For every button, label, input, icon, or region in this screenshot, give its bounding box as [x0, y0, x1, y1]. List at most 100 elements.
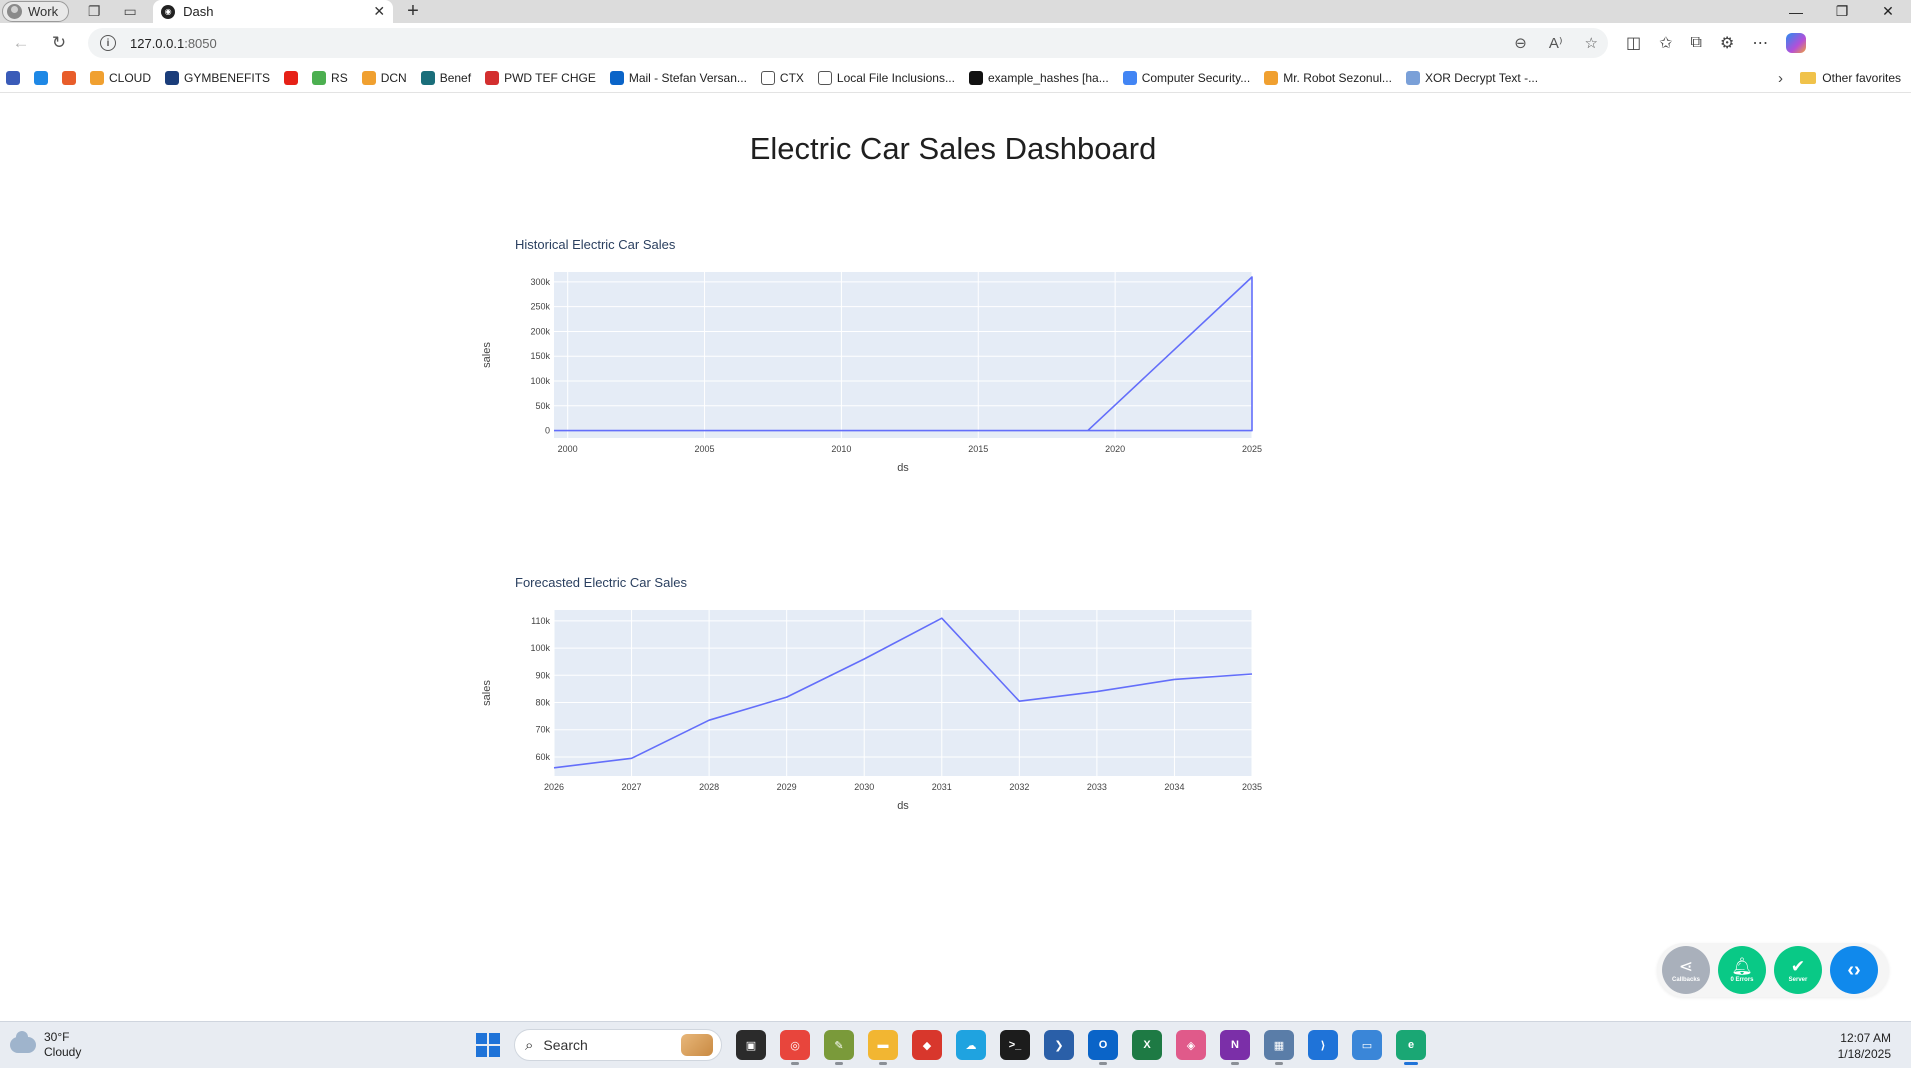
historical-sales-svg[interactable]: 0 50k 100k 150k 200k 250k 300k 2000 2005 2010 2015… — [475, 224, 1432, 544]
favorite-favicon-icon — [361, 70, 376, 85]
favorite-item[interactable]: XOR Decrypt Text -... — [1405, 70, 1538, 85]
new-tab-icon[interactable]: + — [407, 0, 419, 23]
back-arrow-icon[interactable]: ← — [4, 28, 38, 58]
favorite-favicon-icon — [90, 70, 104, 85]
other-favorites-folder[interactable]: Other favorites — [1800, 63, 1901, 93]
favorite-item[interactable]: Computer Security... — [1122, 70, 1250, 85]
git-icon[interactable]: ◈ — [1176, 1030, 1206, 1060]
favorite-item[interactable] — [62, 70, 76, 85]
profile-button[interactable]: Work — [2, 1, 70, 22]
more-options-icon[interactable]: ⋯ — [1752, 33, 1768, 53]
page-title: Electric Car Sales Dashboard — [749, 131, 1157, 166]
y-axis-label: sales — [481, 680, 493, 706]
y-tick-label: 200k — [530, 326, 550, 336]
favorite-item[interactable]: CTX — [760, 70, 804, 85]
close-tab-icon[interactable]: ✕ — [373, 3, 385, 20]
edge-icon[interactable]: e — [1396, 1030, 1426, 1065]
favorite-item[interactable]: Mr. Robot Sezonul... — [1264, 70, 1392, 85]
close-window-icon[interactable]: ✕ — [1865, 0, 1911, 23]
split-screen-icon[interactable]: ◫ — [1626, 33, 1641, 53]
chart-title: Historical Electric Car Sales — [515, 237, 676, 252]
favorite-label: PWD TEF CHGE — [504, 70, 596, 85]
x-tick-label: 2032 — [1009, 782, 1029, 792]
tab-actions-icon[interactable]: ▭ — [119, 1, 141, 23]
system-clock[interactable]: 12:07 AM 1/18/2025 — [1838, 1030, 1891, 1062]
terminal-icon[interactable]: >_ — [1000, 1030, 1030, 1060]
cloud-app-icon[interactable]: ☁ — [956, 1030, 986, 1060]
favorite-item[interactable]: Local File Inclusions... — [817, 70, 955, 85]
excel-icon[interactable]: X — [1132, 1030, 1162, 1060]
taskbar-search[interactable]: ⌕ Search — [514, 1029, 722, 1061]
task-view-icon[interactable]: ▣ — [736, 1030, 766, 1060]
workspaces-icon[interactable]: ❐ — [83, 1, 105, 23]
favorite-item[interactable]: CLOUD — [90, 70, 151, 85]
outlook-icon[interactable]: O — [1088, 1030, 1118, 1065]
collections-icon[interactable]: ⧉ — [1691, 34, 1702, 52]
plot-area — [554, 272, 1252, 438]
tab-dash[interactable]: ◉ Dash ✕ — [153, 0, 394, 23]
errors-button[interactable]: 🔔︎ 0 Errors — [1718, 946, 1766, 994]
favorite-item[interactable]: GYMBENEFITS — [165, 70, 270, 85]
favorite-label: Benef — [439, 70, 472, 85]
restore-icon[interactable]: ❐ — [1819, 0, 1865, 23]
vscode-icon[interactable]: ⟩ — [1308, 1030, 1338, 1060]
favorite-item[interactable]: PWD TEF CHGE — [485, 70, 596, 85]
read-aloud-icon[interactable]: A⁾ — [1549, 34, 1563, 52]
server-label: Server — [1788, 976, 1808, 983]
favorite-item[interactable]: Benef — [420, 70, 472, 85]
address-bar[interactable]: i 127.0.0.1:8050 ⊖ A⁾ ☆ — [88, 28, 1608, 58]
favorite-favicon-icon — [968, 70, 983, 85]
minimize-icon[interactable]: — — [1773, 0, 1819, 23]
start-windows-icon[interactable] — [476, 1033, 500, 1057]
refresh-icon[interactable]: ↻ — [42, 28, 76, 58]
weather-widget[interactable]: 30°F Cloudy — [10, 1030, 81, 1060]
favorite-label: RS — [331, 70, 348, 85]
callbacks-label: Callbacks — [1671, 976, 1701, 983]
favorite-item[interactable]: RS — [312, 70, 348, 85]
chrome-icon[interactable]: ◎ — [780, 1030, 810, 1065]
favorite-favicon-icon — [1264, 70, 1279, 85]
browser-toolbar: ← ↻ i 127.0.0.1:8050 ⊖ A⁾ ☆ ◫ ✩ ⧉ ⚙ ⋯ — [0, 23, 1911, 63]
code-toggle-button[interactable]: ‹› — [1830, 946, 1878, 994]
powershell-icon[interactable]: ❯ — [1044, 1030, 1074, 1060]
favorite-item[interactable]: Mail - Stefan Versan... — [609, 70, 747, 85]
extensions-icon[interactable]: ⚙ — [1720, 33, 1734, 53]
favorite-star-icon[interactable]: ☆ — [1585, 34, 1598, 52]
favorite-favicon-icon — [62, 70, 76, 85]
server-button[interactable]: ✔ Server — [1774, 946, 1822, 994]
favorite-item[interactable]: example_hashes [ha... — [968, 70, 1109, 85]
x-axis-label: ds — [897, 800, 909, 812]
historical-sales-chart[interactable]: 0 50k 100k 150k 200k 250k 300k 2000 2005 2010 2015… — [475, 224, 1432, 544]
x-tick-label: 2010 — [831, 444, 851, 454]
favorite-favicon-icon — [420, 70, 435, 85]
favorite-item[interactable] — [6, 70, 20, 85]
temperature: 30°F — [44, 1030, 70, 1044]
x-tick-label: 2025 — [1242, 444, 1262, 454]
favorite-item[interactable] — [284, 70, 299, 85]
notepad-icon[interactable]: ✎ — [824, 1030, 854, 1065]
chevron-right-icon[interactable]: › — [1778, 63, 1783, 93]
favorites-icon[interactable]: ✩ — [1659, 33, 1672, 53]
favorite-item[interactable] — [34, 70, 48, 85]
y-tick-label: 300k — [530, 277, 550, 287]
onenote-icon[interactable]: N — [1220, 1030, 1250, 1065]
url-port: :8050 — [184, 35, 217, 51]
x-tick-label: 2000 — [558, 444, 578, 454]
favorite-favicon-icon — [6, 70, 20, 85]
forecast-sales-svg[interactable]: 60k 70k 80k 90k 100k 110k 2026 2027 2028 2029 2030… — [475, 562, 1432, 882]
share-icon: ⋖ — [1678, 956, 1694, 976]
file-explorer-icon[interactable]: ▬ — [868, 1030, 898, 1065]
forecast-sales-chart[interactable]: 60k 70k 80k 90k 100k 110k 2026 2027 2028 2029 2030… — [475, 562, 1432, 882]
anydesk-icon[interactable]: ◆ — [912, 1030, 942, 1060]
favorite-label: Mail - Stefan Versan... — [628, 70, 747, 85]
site-info-icon[interactable]: i — [100, 35, 116, 51]
remote-desktop-icon[interactable]: ▭ — [1352, 1030, 1382, 1060]
favorite-item[interactable]: DCN — [361, 70, 407, 85]
y-tick-label: 110k — [531, 616, 550, 626]
callbacks-button[interactable]: ⋖ Callbacks — [1662, 946, 1710, 994]
copilot-icon[interactable] — [1786, 33, 1807, 53]
zoom-out-icon[interactable]: ⊖ — [1514, 34, 1527, 52]
x-tick-label: 2020 — [1105, 444, 1125, 454]
dash-devtools: ⋖ Callbacks 🔔︎ 0 Errors ✔ Server ‹› — [1657, 943, 1889, 997]
monitor-chart-icon[interactable]: ▦ — [1264, 1030, 1294, 1065]
